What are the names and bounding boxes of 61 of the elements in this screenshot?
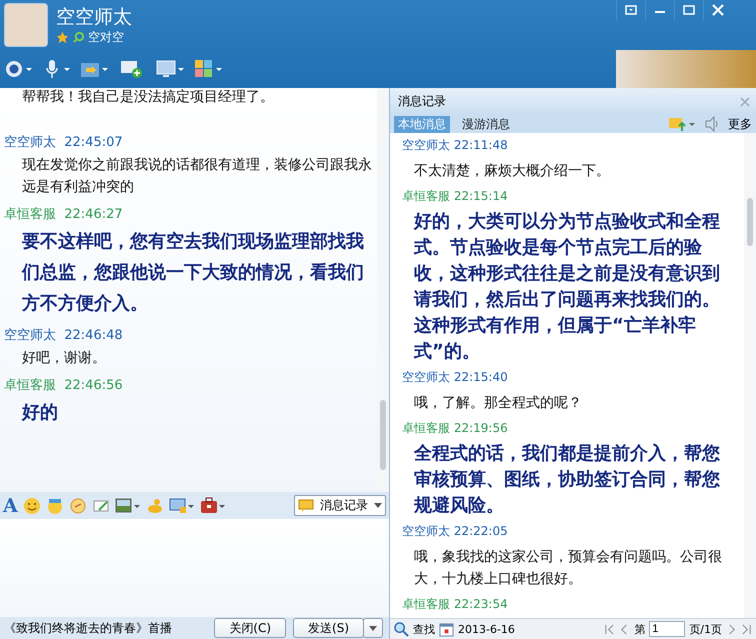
message-text: 好吧，谢谢。 [22,349,107,368]
search-icon [72,30,85,44]
message-text: 哦，象我找的这家公司，预算会有问题吗。公司很大，十九楼上口碑也很好。 [414,548,723,589]
page-count: 页/1页 [689,622,722,636]
panel-title: 消息记录 [398,93,446,110]
send-button[interactable]: 发送(S) [293,618,364,638]
message-text: 全程式的话，我们都是提前介入，帮您审核预算、图纸，协助签订合同，帮您规避风险。 [414,442,721,518]
hat-face-icon[interactable] [46,496,64,514]
toolbox-icon[interactable] [200,496,226,514]
message-text: 哦，了解。那全程式的呢？ [414,394,583,413]
image-icon[interactable] [114,496,141,514]
page-input[interactable]: 1 [649,621,686,637]
last-page-icon[interactable] [741,624,752,634]
message-header: 卓恒客服 22:46:56 [4,377,124,394]
message-text: 帮帮我！我自己是没法搞定项目经理了。 [22,88,275,106]
message-text: 现在发觉你之前跟我说的话都很有道理，装修公司跟我永远是有利益冲突的 [22,156,373,197]
message-header: 卓恒客服 22:19:56 [401,420,509,437]
first-page-icon[interactable] [604,624,616,634]
search-icon[interactable] [394,622,409,636]
date-text[interactable]: 2013-6-16 [458,622,515,636]
history-button[interactable]: 消息记录 [294,495,386,516]
message-text: 要不这样吧，您有空去我们现场监理部找我们总监，您跟他说一下大致的情况，看我们方不方便介入。 [22,230,365,316]
scrollbar[interactable] [744,133,756,618]
message-header: 卓恒客服 22:23:54 [401,596,509,613]
status-text: 空对空 [88,28,124,46]
message-text: 不太清楚，麻烦大概介绍一下。 [414,162,611,181]
close-icon[interactable] [740,96,750,106]
close-button[interactable]: 关闭(C) [214,618,286,638]
message-header: 空空师太 22:11:48 [401,137,509,154]
face-icon[interactable] [68,496,87,514]
screen-icon[interactable] [156,59,186,79]
camera-icon[interactable] [4,59,34,79]
message-input[interactable] [0,519,389,617]
caret-icon [369,626,377,632]
send-options-button[interactable] [363,618,383,638]
avatar-placeholder [4,3,48,47]
scrollbar[interactable] [377,88,389,492]
calendar-icon[interactable] [439,622,454,636]
history-tab[interactable]: 漫游消息 [458,116,514,132]
message-header: 空空师太 22:46:48 [4,327,124,344]
apps-icon[interactable] [194,59,224,79]
message-text: 好的，大类可以分为节点验收式和全程式。节点验收是每个节点完工后的验收，这种形式往往是之前是没有意识到请我们，然后出了问题再来找我们的。这种形式有作用，但属于“亡羊补牢式”的。 [414,210,721,364]
more-link[interactable]: 更多 [728,116,752,132]
caret-icon [374,502,382,508]
font-button[interactable]: A [3,494,18,516]
contact-name: 空空师太 [56,4,132,28]
message-header: 卓恒客服 22:46:27 [4,206,124,223]
ticker-text[interactable]: 《致我们终将逝去的青春》首播 [4,620,208,636]
message-text: 好的 [22,401,59,425]
smiley-icon[interactable] [22,496,41,514]
chat-bubble-icon [298,498,314,512]
search-link[interactable]: 查找 [413,622,435,636]
page-label: 第 [634,622,646,636]
message-header: 卓恒客服 22:15:14 [401,188,509,205]
export-icon[interactable] [668,116,696,132]
speaker-icon[interactable] [704,116,720,132]
message-header: 空空师太 22:45:07 [4,134,124,151]
message-header: 空空师太 22:15:40 [401,369,509,386]
star-icon [56,30,69,44]
message-header: 空空师太 22:22:05 [401,523,509,540]
screenshot-icon[interactable] [168,496,195,514]
